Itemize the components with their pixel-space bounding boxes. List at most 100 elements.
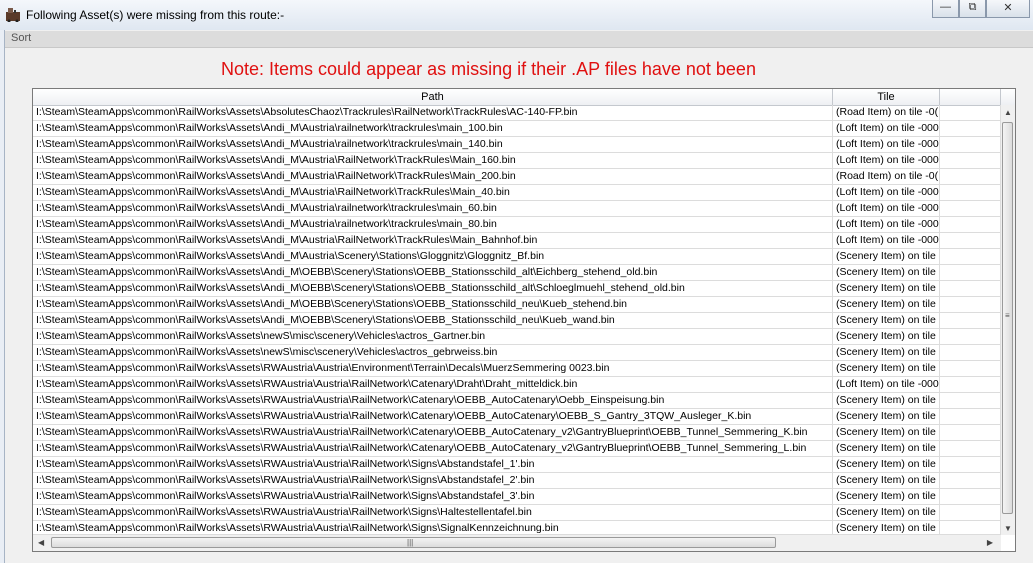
cell-tile: (Scenery Item) on tile: [833, 489, 940, 504]
title-bar: Following Asset(s) were missing from thi…: [0, 0, 1033, 30]
table-row[interactable]: I:\Steam\SteamApps\common\RailWorks\Asse…: [33, 473, 1001, 489]
cell-tile: (Road Item) on tile -0(: [833, 105, 940, 120]
table-row[interactable]: I:\Steam\SteamApps\common\RailWorks\Asse…: [33, 121, 1001, 137]
table-row[interactable]: I:\Steam\SteamApps\common\RailWorks\Asse…: [33, 249, 1001, 265]
maximize-icon: ⧉: [968, 1, 977, 13]
cell-path: I:\Steam\SteamApps\common\RailWorks\Asse…: [33, 233, 833, 248]
cell-extra: [940, 297, 1001, 312]
cell-path: I:\Steam\SteamApps\common\RailWorks\Asse…: [33, 345, 833, 360]
table-row[interactable]: I:\Steam\SteamApps\common\RailWorks\Asse…: [33, 233, 1001, 249]
table-row[interactable]: I:\Steam\SteamApps\common\RailWorks\Asse…: [33, 377, 1001, 393]
close-icon: ✕: [1003, 2, 1013, 14]
cell-extra: [940, 489, 1001, 504]
cell-extra: [940, 249, 1001, 264]
cell-extra: [940, 137, 1001, 152]
table-row[interactable]: I:\Steam\SteamApps\common\RailWorks\Asse…: [33, 137, 1001, 153]
cell-extra: [940, 377, 1001, 392]
cell-tile: (Loft Item) on tile -000: [833, 377, 940, 392]
cell-extra: [940, 169, 1001, 184]
grip-icon: |||: [407, 538, 414, 547]
cell-tile: (Loft Item) on tile -000: [833, 217, 940, 232]
cell-tile: (Loft Item) on tile -000: [833, 121, 940, 136]
cell-path: I:\Steam\SteamApps\common\RailWorks\Asse…: [33, 473, 833, 488]
scroll-up-icon[interactable]: ▲: [1004, 108, 1012, 117]
scroll-down-icon[interactable]: ▼: [1004, 524, 1012, 533]
cell-path: I:\Steam\SteamApps\common\RailWorks\Asse…: [33, 121, 833, 136]
cell-extra: [940, 345, 1001, 360]
cell-path: I:\Steam\SteamApps\common\RailWorks\Asse…: [33, 297, 833, 312]
scroll-left-icon[interactable]: ◀: [38, 538, 44, 547]
horizontal-scroll-thumb[interactable]: |||: [51, 537, 776, 548]
cell-path: I:\Steam\SteamApps\common\RailWorks\Asse…: [33, 329, 833, 344]
column-header-extra[interactable]: [940, 89, 1001, 105]
table-row[interactable]: I:\Steam\SteamApps\common\RailWorks\Asse…: [33, 393, 1001, 409]
cell-tile: (Loft Item) on tile -000: [833, 201, 940, 216]
missing-assets-list[interactable]: Path Tile I:\Steam\SteamApps\common\Rail…: [32, 88, 1016, 552]
cell-tile: (Scenery Item) on tile: [833, 265, 940, 280]
close-button[interactable]: ✕: [986, 0, 1030, 18]
menu-sort[interactable]: Sort: [11, 32, 31, 44]
table-row[interactable]: I:\Steam\SteamApps\common\RailWorks\Asse…: [33, 281, 1001, 297]
table-row[interactable]: I:\Steam\SteamApps\common\RailWorks\Asse…: [33, 441, 1001, 457]
cell-tile: (Scenery Item) on tile: [833, 393, 940, 408]
cell-tile: (Loft Item) on tile -000: [833, 233, 940, 248]
cell-path: I:\Steam\SteamApps\common\RailWorks\Asse…: [33, 377, 833, 392]
cell-extra: [940, 473, 1001, 488]
table-row[interactable]: I:\Steam\SteamApps\common\RailWorks\Asse…: [33, 489, 1001, 505]
cell-tile: (Scenery Item) on tile: [833, 281, 940, 296]
cell-path: I:\Steam\SteamApps\common\RailWorks\Asse…: [33, 409, 833, 424]
table-row[interactable]: I:\Steam\SteamApps\common\RailWorks\Asse…: [33, 217, 1001, 233]
table-row[interactable]: I:\Steam\SteamApps\common\RailWorks\Asse…: [33, 361, 1001, 377]
table-row[interactable]: I:\Steam\SteamApps\common\RailWorks\Asse…: [33, 153, 1001, 169]
table-row[interactable]: I:\Steam\SteamApps\common\RailWorks\Asse…: [33, 105, 1001, 121]
table-row[interactable]: I:\Steam\SteamApps\common\RailWorks\Asse…: [33, 409, 1001, 425]
cell-extra: [940, 393, 1001, 408]
cell-tile: (Loft Item) on tile -000: [833, 137, 940, 152]
column-header-path[interactable]: Path: [33, 89, 833, 105]
table-row[interactable]: I:\Steam\SteamApps\common\RailWorks\Asse…: [33, 505, 1001, 521]
maximize-button[interactable]: ⧉: [959, 0, 986, 18]
column-header-tile[interactable]: Tile: [833, 89, 940, 105]
cell-tile: (Scenery Item) on tile: [833, 441, 940, 456]
minimize-icon: —: [940, 1, 951, 13]
table-row[interactable]: I:\Steam\SteamApps\common\RailWorks\Asse…: [33, 345, 1001, 361]
vertical-scrollbar[interactable]: ▲ ≡ ▼: [1000, 105, 1015, 535]
cell-extra: [940, 361, 1001, 376]
table-row[interactable]: I:\Steam\SteamApps\common\RailWorks\Asse…: [33, 329, 1001, 345]
cell-extra: [940, 409, 1001, 424]
horizontal-scrollbar[interactable]: ◀ ||| ▶: [33, 534, 1001, 551]
table-row[interactable]: I:\Steam\SteamApps\common\RailWorks\Asse…: [33, 297, 1001, 313]
cell-extra: [940, 105, 1001, 120]
table-row[interactable]: I:\Steam\SteamApps\common\RailWorks\Asse…: [33, 169, 1001, 185]
cell-extra: [940, 153, 1001, 168]
cell-extra: [940, 185, 1001, 200]
table-row[interactable]: I:\Steam\SteamApps\common\RailWorks\Asse…: [33, 201, 1001, 217]
cell-path: I:\Steam\SteamApps\common\RailWorks\Asse…: [33, 441, 833, 456]
cell-extra: [940, 265, 1001, 280]
vertical-scroll-thumb[interactable]: ≡: [1002, 122, 1013, 514]
cell-tile: (Road Item) on tile -0(: [833, 169, 940, 184]
window-title: Following Asset(s) were missing from thi…: [26, 8, 285, 22]
cell-tile: (Scenery Item) on tile: [833, 329, 940, 344]
cell-tile: (Scenery Item) on tile: [833, 457, 940, 472]
table-row[interactable]: I:\Steam\SteamApps\common\RailWorks\Asse…: [33, 425, 1001, 441]
cell-tile: (Scenery Item) on tile: [833, 473, 940, 488]
cell-path: I:\Steam\SteamApps\common\RailWorks\Asse…: [33, 137, 833, 152]
cell-extra: [940, 121, 1001, 136]
cell-path: I:\Steam\SteamApps\common\RailWorks\Asse…: [33, 425, 833, 440]
table-row[interactable]: I:\Steam\SteamApps\common\RailWorks\Asse…: [33, 265, 1001, 281]
menu-bar: Sort: [5, 31, 1033, 48]
table-row[interactable]: I:\Steam\SteamApps\common\RailWorks\Asse…: [33, 185, 1001, 201]
cell-path: I:\Steam\SteamApps\common\RailWorks\Asse…: [33, 105, 833, 120]
cell-path: I:\Steam\SteamApps\common\RailWorks\Asse…: [33, 361, 833, 376]
table-row[interactable]: I:\Steam\SteamApps\common\RailWorks\Asse…: [33, 457, 1001, 473]
minimize-button[interactable]: —: [932, 0, 959, 18]
cell-path: I:\Steam\SteamApps\common\RailWorks\Asse…: [33, 489, 833, 504]
scroll-right-icon[interactable]: ▶: [987, 538, 993, 547]
table-row[interactable]: I:\Steam\SteamApps\common\RailWorks\Asse…: [33, 313, 1001, 329]
grip-icon: ≡: [1005, 311, 1010, 320]
cell-tile: (Scenery Item) on tile: [833, 361, 940, 376]
cell-tile: (Scenery Item) on tile: [833, 409, 940, 424]
cell-path: I:\Steam\SteamApps\common\RailWorks\Asse…: [33, 169, 833, 184]
cell-path: I:\Steam\SteamApps\common\RailWorks\Asse…: [33, 313, 833, 328]
